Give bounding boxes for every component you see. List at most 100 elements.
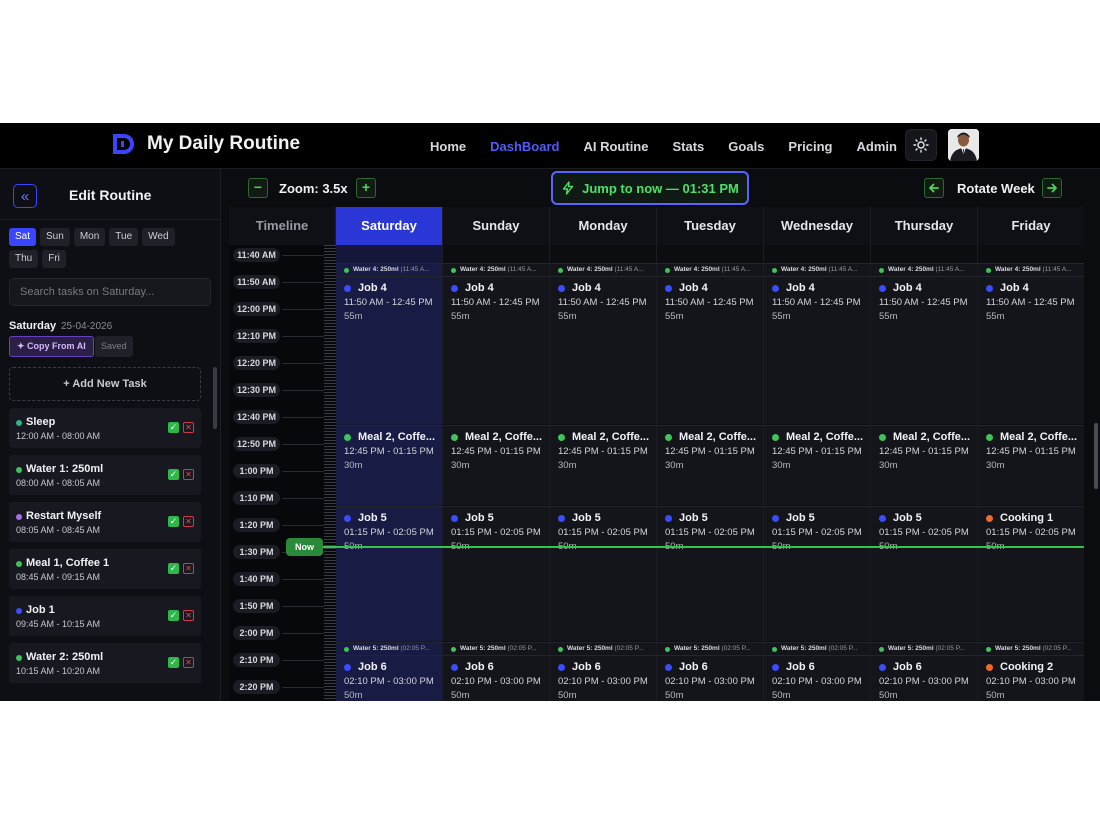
schedule-event[interactable]: Job 6 02:10 PM - 03:00 PM 50m [336, 655, 442, 701]
day-header-wednesday[interactable]: Wednesday [764, 207, 871, 245]
task-item[interactable]: Restart Myself 08:05 AM - 08:45 AM ✓ ✕ [9, 502, 201, 542]
rotate-week-next-button[interactable] [1042, 178, 1062, 198]
day-header-saturday[interactable]: Saturday [336, 207, 443, 245]
schedule-event[interactable]: Job 501:15 PM - 02:05 PM50m [336, 506, 442, 641]
nav-ai-routine[interactable]: AI Routine [583, 139, 648, 154]
task-delete-button[interactable]: ✕ [183, 610, 194, 621]
task-done-checkbox[interactable]: ✓ [168, 516, 179, 527]
sidebar-scrollbar[interactable] [213, 367, 217, 429]
schedule-event[interactable]: Meal 2, Coffe... 12:45 PM - 01:15 PM 30m [443, 425, 549, 505]
day-header-sunday[interactable]: Sunday [443, 207, 550, 245]
task-item[interactable]: Sleep 12:00 AM - 08:00 AM ✓ ✕ [9, 408, 201, 448]
rotate-week-prev-button[interactable] [924, 178, 944, 198]
water-event[interactable]: Water 4: 250ml (11:45 A... [657, 263, 763, 276]
schedule-event[interactable]: Cooking 101:15 PM - 02:05 PM50m [978, 506, 1084, 641]
nav-pricing[interactable]: Pricing [788, 139, 832, 154]
day-chip-wed[interactable]: Wed [142, 228, 175, 246]
schedule-event[interactable]: Job 4 11:50 AM - 12:45 PM 55m [871, 276, 977, 424]
schedule-event[interactable]: Job 6 02:10 PM - 03:00 PM 50m [871, 655, 977, 701]
water-event[interactable]: Water 4: 250ml (11:45 A... [550, 263, 656, 276]
task-delete-button[interactable]: ✕ [183, 422, 194, 433]
day-chip-sun[interactable]: Sun [40, 228, 70, 246]
water-event[interactable]: Water 4: 250ml (11:45 A... [978, 263, 1084, 276]
water-event[interactable]: Water 5: 250ml (02:05 P... [871, 642, 977, 655]
task-item[interactable]: Meal 1, Coffee 1 08:45 AM - 09:15 AM ✓ ✕ [9, 549, 201, 589]
water-event[interactable]: Water 5: 250ml (02:05 P... [443, 642, 549, 655]
day-chip-fri[interactable]: Fri [42, 250, 66, 268]
task-delete-button[interactable]: ✕ [183, 657, 194, 668]
collapse-sidebar-button[interactable]: « [13, 184, 37, 208]
schedule-event[interactable]: Job 6 02:10 PM - 03:00 PM 50m [443, 655, 549, 701]
copy-from-ai-button[interactable]: ✦ Copy From AI [9, 336, 94, 357]
task-delete-button[interactable]: ✕ [183, 516, 194, 527]
task-search-input[interactable] [9, 278, 211, 306]
day-header-monday[interactable]: Monday [550, 207, 657, 245]
nav-admin[interactable]: Admin [856, 139, 896, 154]
nav-home[interactable]: Home [430, 139, 466, 154]
schedule-event[interactable]: Cooking 2 02:10 PM - 03:00 PM 50m [978, 655, 1084, 701]
schedule-event[interactable]: Meal 2, Coffe... 12:45 PM - 01:15 PM 30m [978, 425, 1084, 505]
task-done-checkbox[interactable]: ✓ [168, 657, 179, 668]
task-delete-button[interactable]: ✕ [183, 563, 194, 574]
nav-stats[interactable]: Stats [672, 139, 704, 154]
water-event[interactable]: Water 5: 250ml (02:05 P... [336, 642, 442, 655]
schedule-event[interactable]: Meal 2, Coffe... 12:45 PM - 01:15 PM 30m [336, 425, 442, 505]
day-chip-thu[interactable]: Thu [9, 250, 39, 268]
schedule-event[interactable]: Job 501:15 PM - 02:05 PM50m [443, 506, 549, 641]
event-duration: 30m [879, 460, 898, 471]
water-event[interactable]: Water 5: 250ml (02:05 P... [657, 642, 763, 655]
nav-goals[interactable]: Goals [728, 139, 764, 154]
schedule-event[interactable]: Job 4 11:50 AM - 12:45 PM 55m [978, 276, 1084, 424]
now-indicator-badge: Now [286, 538, 323, 556]
task-delete-button[interactable]: ✕ [183, 469, 194, 480]
task-item[interactable]: Water 2: 250ml 10:15 AM - 10:20 AM ✓ ✕ [9, 643, 201, 683]
zoom-out-button[interactable]: − [248, 178, 268, 198]
schedule-event[interactable]: Meal 2, Coffe... 12:45 PM - 01:15 PM 30m [550, 425, 656, 505]
nav-dashboard[interactable]: DashBoard [490, 139, 559, 154]
water-event[interactable]: Water 4: 250ml (11:45 A... [443, 263, 549, 276]
schedule-event[interactable]: Meal 2, Coffe... 12:45 PM - 01:15 PM 30m [871, 425, 977, 505]
day-header-friday[interactable]: Friday [978, 207, 1084, 245]
schedule-event[interactable]: Meal 2, Coffe... 12:45 PM - 01:15 PM 30m [657, 425, 763, 505]
schedule-event[interactable]: Job 6 02:10 PM - 03:00 PM 50m [764, 655, 870, 701]
schedule-event[interactable]: Job 4 11:50 AM - 12:45 PM 55m [550, 276, 656, 424]
day-chip-tue[interactable]: Tue [109, 228, 139, 246]
task-item[interactable]: Water 1: 250ml 08:00 AM - 08:05 AM ✓ ✕ [9, 455, 201, 495]
water-event[interactable]: Water 4: 250ml (11:45 A... [764, 263, 870, 276]
day-header-tuesday[interactable]: Tuesday [657, 207, 764, 245]
day-chip-mon[interactable]: Mon [73, 228, 106, 246]
schedule-event[interactable]: Job 6 02:10 PM - 03:00 PM 50m [550, 655, 656, 701]
schedule-event[interactable]: Job 4 11:50 AM - 12:45 PM 55m [764, 276, 870, 424]
water-event[interactable]: Water 5: 250ml (02:05 P... [550, 642, 656, 655]
water-event[interactable]: Water 4: 250ml (11:45 A... [336, 263, 442, 276]
theme-toggle-button[interactable] [905, 129, 937, 161]
schedule-event[interactable]: Meal 2, Coffe... 12:45 PM - 01:15 PM 30m [764, 425, 870, 505]
water-event[interactable]: Water 4: 250ml (11:45 A... [871, 263, 977, 276]
task-done-checkbox[interactable]: ✓ [168, 469, 179, 480]
schedule-event[interactable]: Job 501:15 PM - 02:05 PM50m [764, 506, 870, 641]
app-title[interactable]: My Daily Routine [147, 133, 300, 155]
schedule-event[interactable]: Job 501:15 PM - 02:05 PM50m [550, 506, 656, 641]
schedule-event[interactable]: Job 6 02:10 PM - 03:00 PM 50m [657, 655, 763, 701]
zoom-in-button[interactable]: + [356, 178, 376, 198]
day-chip-sat[interactable]: Sat [9, 228, 37, 246]
task-item[interactable]: Job 1 09:45 AM - 10:15 AM ✓ ✕ [9, 596, 201, 636]
event-label: Water 4: 250ml (11:45 A... [567, 266, 644, 273]
main-scrollbar[interactable] [1094, 423, 1098, 489]
task-done-checkbox[interactable]: ✓ [168, 610, 179, 621]
day-header-thursday[interactable]: Thursday [871, 207, 978, 245]
schedule-event[interactable]: Job 4 11:50 AM - 12:45 PM 55m [443, 276, 549, 424]
user-avatar[interactable] [948, 129, 979, 161]
sidebar-title: Edit Routine [69, 187, 152, 203]
app-logo-icon[interactable] [112, 132, 136, 156]
schedule-event[interactable]: Job 4 11:50 AM - 12:45 PM 55m [336, 276, 442, 424]
task-done-checkbox[interactable]: ✓ [168, 422, 179, 433]
schedule-event[interactable]: Job 4 11:50 AM - 12:45 PM 55m [657, 276, 763, 424]
jump-to-now-button[interactable]: Jump to now — 01:31 PM [551, 171, 749, 205]
task-done-checkbox[interactable]: ✓ [168, 563, 179, 574]
add-new-task-button[interactable]: + Add New Task [9, 367, 201, 401]
water-event[interactable]: Water 5: 250ml (02:05 P... [764, 642, 870, 655]
schedule-event[interactable]: Job 501:15 PM - 02:05 PM50m [657, 506, 763, 641]
water-event[interactable]: Water 5: 250ml (02:05 P... [978, 642, 1084, 655]
schedule-event[interactable]: Job 501:15 PM - 02:05 PM50m [871, 506, 977, 641]
